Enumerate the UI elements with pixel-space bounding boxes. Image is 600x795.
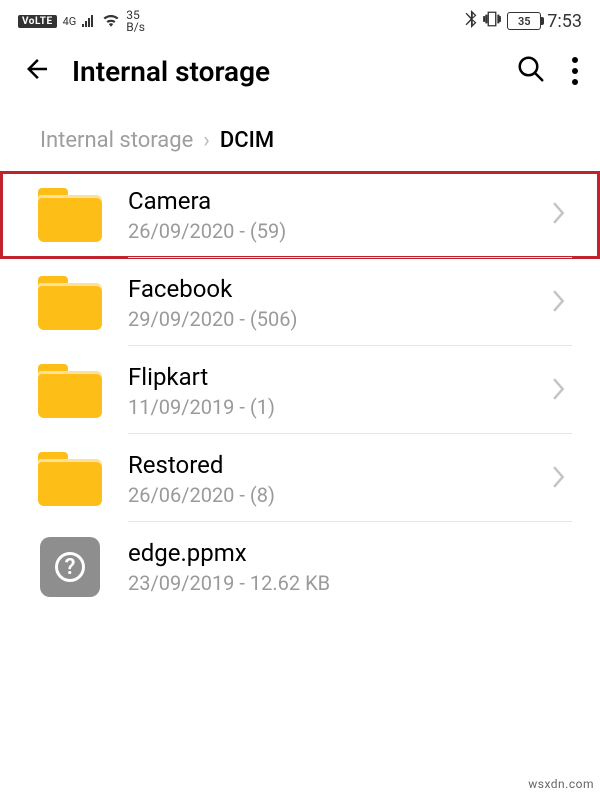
chevron-right-icon xyxy=(552,290,566,316)
list-item[interactable]: ? edge.ppmx 23/09/2019 - 12.62 KB xyxy=(0,523,600,611)
breadcrumb-current: DCIM xyxy=(220,128,274,153)
header-actions xyxy=(516,54,578,88)
folder-icon xyxy=(36,361,104,421)
folder-icon xyxy=(36,185,104,245)
search-button[interactable] xyxy=(516,54,546,88)
bluetooth-icon xyxy=(465,10,477,32)
page-title: Internal storage xyxy=(72,55,496,88)
chevron-right-icon: › xyxy=(203,128,210,153)
status-right: 35 7:53 xyxy=(465,10,582,32)
back-button[interactable] xyxy=(22,54,52,88)
wifi-icon xyxy=(102,12,120,31)
chevron-right-icon xyxy=(552,466,566,492)
signal-bars-icon xyxy=(82,15,96,27)
item-subtitle: 11/09/2019 - (1) xyxy=(128,395,522,419)
chevron-right-icon xyxy=(552,202,566,228)
breadcrumb-root[interactable]: Internal storage xyxy=(40,128,193,153)
watermark: wsxdn.com xyxy=(528,777,594,791)
list-item[interactable]: Facebook 29/09/2020 - (506) xyxy=(0,259,600,347)
status-bar: VoLTE 4G 35 B/s 35 7:53 xyxy=(0,0,600,36)
vibrate-icon xyxy=(483,10,501,32)
item-name: Flipkart xyxy=(128,363,522,391)
item-name: Camera xyxy=(128,187,522,215)
item-name: Facebook xyxy=(128,275,522,303)
file-icon: ? xyxy=(36,537,104,597)
list-item[interactable]: Restored 26/06/2020 - (8) xyxy=(0,435,600,523)
clock: 7:53 xyxy=(547,11,582,32)
folder-icon xyxy=(36,449,104,509)
item-subtitle: 23/09/2019 - 12.62 KB xyxy=(128,571,522,595)
item-subtitle: 29/09/2020 - (506) xyxy=(128,307,522,331)
battery-icon: 35 xyxy=(507,12,541,30)
item-subtitle: 26/06/2020 - (8) xyxy=(128,483,522,507)
item-subtitle: 26/09/2020 - (59) xyxy=(128,219,522,243)
chevron-right-icon xyxy=(552,378,566,404)
item-name: edge.ppmx xyxy=(128,539,522,567)
rate-unit: B/s xyxy=(126,21,145,33)
item-name: Restored xyxy=(128,451,522,479)
list-item[interactable]: Camera 26/09/2020 - (59) xyxy=(0,171,600,259)
list-item[interactable]: Flipkart 11/09/2019 - (1) xyxy=(0,347,600,435)
status-left: VoLTE 4G 35 B/s xyxy=(18,9,145,33)
volte-badge: VoLTE xyxy=(18,15,57,28)
app-header: Internal storage xyxy=(0,36,600,98)
file-list: Camera 26/09/2020 - (59) Facebook 29/09/… xyxy=(0,171,600,611)
data-rate: 35 B/s xyxy=(126,9,145,33)
breadcrumb: Internal storage › DCIM xyxy=(0,98,600,171)
overflow-menu-button[interactable] xyxy=(572,57,578,85)
network-type: 4G xyxy=(63,16,77,27)
folder-icon xyxy=(36,273,104,333)
